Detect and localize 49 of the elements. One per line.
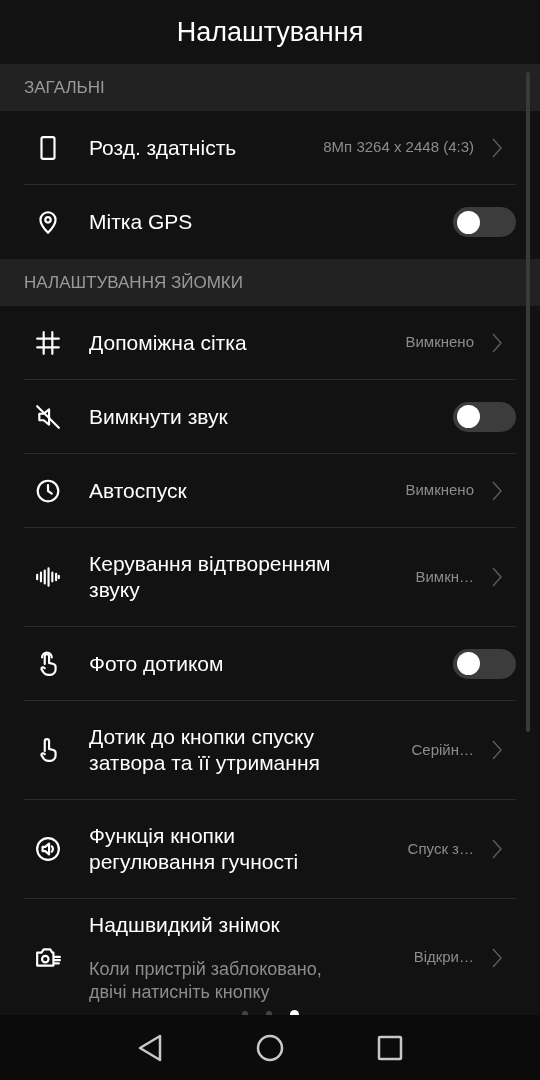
row-value: 8Мп 3264 x 2448 (4:3) — [323, 137, 474, 158]
row-label: Мітка GPS — [89, 209, 194, 235]
toggle-switch[interactable] — [453, 401, 516, 432]
settings-row[interactable]: Дотик до кнопки спуску затвора та її утримання Серійн… — [24, 701, 516, 800]
settings-row[interactable]: Надшвидкий знімок Коли пристрій заблоковано, двічі натисніть кнопку Відкри… — [24, 899, 516, 1015]
section-header: НАЛАШТУВАННЯ ЗЙОМКИ — [0, 259, 540, 306]
chevron-right-icon — [492, 947, 502, 968]
screen-title: Налаштування — [176, 15, 364, 49]
home-icon[interactable] — [256, 1033, 284, 1062]
chevron-right-icon — [492, 480, 502, 501]
chevron-right-icon — [492, 567, 502, 587]
row-label: Надшвидкий знімок — [89, 911, 281, 938]
row-value: Спуск з… — [407, 838, 474, 859]
toggle-switch[interactable] — [453, 207, 516, 237]
sound-wave-icon — [35, 564, 61, 590]
back-icon[interactable] — [136, 1033, 163, 1062]
speaker-circle-icon — [35, 836, 61, 862]
recents-icon[interactable] — [377, 1034, 404, 1061]
settings-row[interactable]: Керування відтворенням звуку Вимкн… — [24, 528, 516, 627]
row-value: Відкри… — [413, 947, 474, 968]
row-label: Автоспуск — [89, 477, 188, 504]
muted-speaker-icon — [35, 403, 61, 430]
row-value: Серійн… — [411, 739, 474, 760]
chevron-right-icon — [492, 740, 502, 760]
row-label: Вимкнути звук — [89, 403, 229, 430]
row-label: Дотик до кнопки спуску затвора та її утримання — [89, 724, 321, 776]
row-value: Вимкнено — [405, 332, 474, 353]
row-label: Функція кнопки регулювання гучності — [89, 823, 300, 875]
clock-icon — [35, 477, 61, 504]
settings-row[interactable]: Допоміжна сітка Вимкнено — [24, 306, 516, 380]
row-label: Керування відтворенням звуку — [89, 551, 332, 603]
row-label: Допоміжна сітка — [89, 329, 248, 356]
settings-row[interactable]: Функція кнопки регулювання гучності Спуск з… — [24, 800, 516, 899]
row-label: Розд. здатність — [89, 134, 238, 161]
row-subtitle: Коли пристрій заблоковано, двічі натисніть кнопку — [89, 957, 323, 1004]
chevron-right-icon — [492, 332, 502, 353]
section-header: ЗАГАЛЬНІ — [0, 64, 540, 111]
grid-icon — [35, 329, 61, 356]
settings-row[interactable]: Фото дотиком — [24, 627, 516, 701]
settings-row[interactable]: Мітка GPS — [24, 185, 516, 259]
row-label: Фото дотиком — [89, 650, 225, 677]
settings-row[interactable]: Автоспуск Вимкнено — [24, 454, 516, 528]
settings-row[interactable]: Вимкнути звук — [24, 380, 516, 454]
chevron-right-icon — [492, 839, 502, 859]
toggle-switch[interactable] — [453, 648, 516, 679]
settings-row[interactable]: Розд. здатність 8Мп 3264 x 2448 (4:3) — [24, 111, 516, 185]
chevron-right-icon — [492, 137, 502, 158]
row-value: Вимкн… — [415, 566, 474, 587]
row-value: Вимкнено — [405, 480, 474, 501]
